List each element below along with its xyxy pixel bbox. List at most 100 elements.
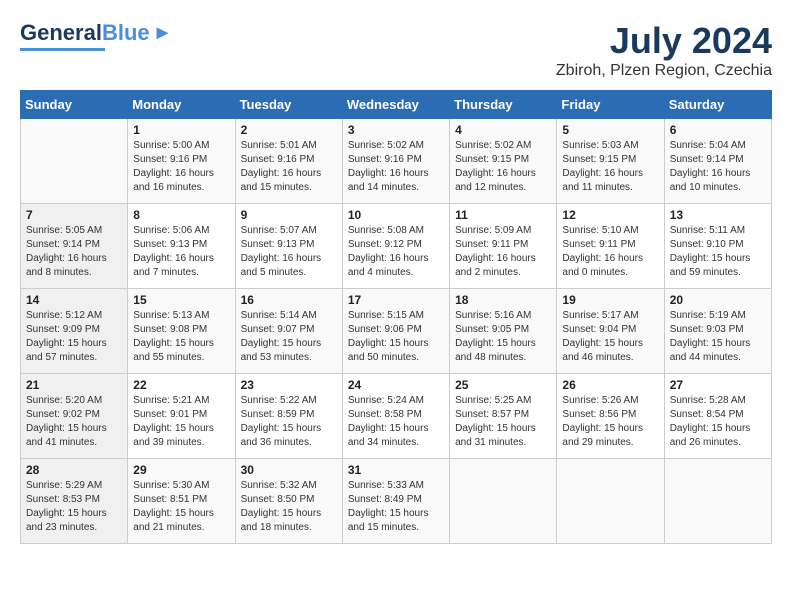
day-info: Sunrise: 5:02 AM Sunset: 9:15 PM Dayligh…: [455, 139, 551, 195]
day-info: Sunrise: 5:20 AM Sunset: 9:02 PM Dayligh…: [26, 394, 122, 450]
day-info: Sunrise: 5:01 AM Sunset: 9:16 PM Dayligh…: [241, 139, 337, 195]
calendar-cell: 29 Sunrise: 5:30 AM Sunset: 8:51 PM Dayli…: [128, 459, 235, 544]
day-number: 4: [455, 123, 551, 137]
calendar-cell: 2 Sunrise: 5:01 AM Sunset: 9:16 PM Daylig…: [235, 119, 342, 204]
day-info: Sunrise: 5:24 AM Sunset: 8:58 PM Dayligh…: [348, 394, 444, 450]
logo-general: General: [20, 20, 102, 46]
calendar-cell: 22 Sunrise: 5:21 AM Sunset: 9:01 PM Dayli…: [128, 374, 235, 459]
day-number: 11: [455, 208, 551, 222]
calendar-cell: 31 Sunrise: 5:33 AM Sunset: 8:49 PM Dayli…: [342, 459, 449, 544]
logo: General Blue ►: [20, 20, 172, 51]
day-info: Sunrise: 5:26 AM Sunset: 8:56 PM Dayligh…: [562, 394, 658, 450]
calendar-cell: 18 Sunrise: 5:16 AM Sunset: 9:05 PM Dayli…: [450, 289, 557, 374]
day-info: Sunrise: 5:13 AM Sunset: 9:08 PM Dayligh…: [133, 309, 229, 365]
calendar-cell: 7Sunrise: 5:05 AM Sunset: 9:14 PM Daylig…: [21, 204, 128, 289]
day-info: Sunrise: 5:08 AM Sunset: 9:12 PM Dayligh…: [348, 224, 444, 280]
day-info: Sunrise: 5:15 AM Sunset: 9:06 PM Dayligh…: [348, 309, 444, 365]
day-info: Sunrise: 5:30 AM Sunset: 8:51 PM Dayligh…: [133, 479, 229, 535]
day-number: 27: [670, 378, 766, 392]
weekday-header-wednesday: Wednesday: [342, 91, 449, 119]
weekday-header-tuesday: Tuesday: [235, 91, 342, 119]
day-number: 7: [26, 208, 122, 222]
day-number: 3: [348, 123, 444, 137]
day-number: 31: [348, 463, 444, 477]
day-number: 25: [455, 378, 551, 392]
day-info: Sunrise: 5:16 AM Sunset: 9:05 PM Dayligh…: [455, 309, 551, 365]
day-number: 22: [133, 378, 229, 392]
day-number: 15: [133, 293, 229, 307]
day-number: 30: [241, 463, 337, 477]
day-number: 8: [133, 208, 229, 222]
calendar-cell: 15 Sunrise: 5:13 AM Sunset: 9:08 PM Dayli…: [128, 289, 235, 374]
logo-blue: Blue: [102, 20, 150, 46]
day-number: 14: [26, 293, 122, 307]
calendar-cell: 9 Sunrise: 5:07 AM Sunset: 9:13 PM Daylig…: [235, 204, 342, 289]
day-number: 16: [241, 293, 337, 307]
day-info: Sunrise: 5:03 AM Sunset: 9:15 PM Dayligh…: [562, 139, 658, 195]
day-number: 5: [562, 123, 658, 137]
weekday-header-friday: Friday: [557, 91, 664, 119]
day-info: Sunrise: 5:07 AM Sunset: 9:13 PM Dayligh…: [241, 224, 337, 280]
day-info: Sunrise: 5:11 AM Sunset: 9:10 PM Dayligh…: [670, 224, 766, 280]
calendar-cell: 8 Sunrise: 5:06 AM Sunset: 9:13 PM Daylig…: [128, 204, 235, 289]
day-info: Sunrise: 5:19 AM Sunset: 9:03 PM Dayligh…: [670, 309, 766, 365]
day-info: Sunrise: 5:06 AM Sunset: 9:13 PM Dayligh…: [133, 224, 229, 280]
day-info: Sunrise: 5:22 AM Sunset: 8:59 PM Dayligh…: [241, 394, 337, 450]
day-info: Sunrise: 5:14 AM Sunset: 9:07 PM Dayligh…: [241, 309, 337, 365]
day-info: Sunrise: 5:10 AM Sunset: 9:11 PM Dayligh…: [562, 224, 658, 280]
calendar-cell: 17 Sunrise: 5:15 AM Sunset: 9:06 PM Dayli…: [342, 289, 449, 374]
weekday-header-thursday: Thursday: [450, 91, 557, 119]
day-number: 9: [241, 208, 337, 222]
calendar-cell: 30 Sunrise: 5:32 AM Sunset: 8:50 PM Dayli…: [235, 459, 342, 544]
calendar-cell: 28Sunrise: 5:29 AM Sunset: 8:53 PM Dayli…: [21, 459, 128, 544]
logo-bird-icon: ►: [153, 22, 173, 45]
calendar-cell: 26Sunrise: 5:26 AM Sunset: 8:56 PM Dayli…: [557, 374, 664, 459]
weekday-header-saturday: Saturday: [664, 91, 771, 119]
day-number: 28: [26, 463, 122, 477]
day-number: 12: [562, 208, 658, 222]
logo-divider: [20, 48, 105, 51]
calendar-cell: [557, 459, 664, 544]
day-number: 21: [26, 378, 122, 392]
day-number: 23: [241, 378, 337, 392]
day-info: Sunrise: 5:09 AM Sunset: 9:11 PM Dayligh…: [455, 224, 551, 280]
month-title: July 2024: [556, 20, 772, 62]
calendar-cell: 3 Sunrise: 5:02 AM Sunset: 9:16 PM Daylig…: [342, 119, 449, 204]
day-info: Sunrise: 5:32 AM Sunset: 8:50 PM Dayligh…: [241, 479, 337, 535]
calendar-cell: 21 Sunrise: 5:20 AM Sunset: 9:02 PM Dayli…: [21, 374, 128, 459]
day-number: 6: [670, 123, 766, 137]
day-info: Sunrise: 5:33 AM Sunset: 8:49 PM Dayligh…: [348, 479, 444, 535]
day-number: 29: [133, 463, 229, 477]
calendar-cell: 13Sunrise: 5:11 AM Sunset: 9:10 PM Dayli…: [664, 204, 771, 289]
location-title: Zbiroh, Plzen Region, Czechia: [556, 62, 772, 80]
calendar-cell: 16 Sunrise: 5:14 AM Sunset: 9:07 PM Dayli…: [235, 289, 342, 374]
day-number: 17: [348, 293, 444, 307]
title-area: July 2024 Zbiroh, Plzen Region, Czechia: [556, 20, 772, 80]
calendar-cell: 14 Sunrise: 5:12 AM Sunset: 9:09 PM Dayli…: [21, 289, 128, 374]
header: General Blue ► July 2024 Zbiroh, Plzen R…: [20, 20, 772, 80]
calendar-cell: 5 Sunrise: 5:03 AM Sunset: 9:15 PM Daylig…: [557, 119, 664, 204]
day-number: 18: [455, 293, 551, 307]
calendar-cell: 12 Sunrise: 5:10 AM Sunset: 9:11 PM Dayli…: [557, 204, 664, 289]
day-number: 19: [562, 293, 658, 307]
calendar-table: SundayMondayTuesdayWednesdayThursdayFrid…: [20, 90, 772, 544]
day-info: Sunrise: 5:25 AM Sunset: 8:57 PM Dayligh…: [455, 394, 551, 450]
calendar-cell: 6Sunrise: 5:04 AM Sunset: 9:14 PM Daylig…: [664, 119, 771, 204]
calendar-cell: [450, 459, 557, 544]
day-info: Sunrise: 5:17 AM Sunset: 9:04 PM Dayligh…: [562, 309, 658, 365]
calendar-cell: 20Sunrise: 5:19 AM Sunset: 9:03 PM Dayli…: [664, 289, 771, 374]
calendar-cell: 11 Sunrise: 5:09 AM Sunset: 9:11 PM Dayli…: [450, 204, 557, 289]
day-info: Sunrise: 5:28 AM Sunset: 8:54 PM Dayligh…: [670, 394, 766, 450]
calendar-cell: 4 Sunrise: 5:02 AM Sunset: 9:15 PM Daylig…: [450, 119, 557, 204]
day-number: 2: [241, 123, 337, 137]
calendar-cell: 25 Sunrise: 5:25 AM Sunset: 8:57 PM Dayli…: [450, 374, 557, 459]
day-info: Sunrise: 5:21 AM Sunset: 9:01 PM Dayligh…: [133, 394, 229, 450]
calendar-cell: [21, 119, 128, 204]
calendar-cell: 24 Sunrise: 5:24 AM Sunset: 8:58 PM Dayli…: [342, 374, 449, 459]
day-info: Sunrise: 5:00 AM Sunset: 9:16 PM Dayligh…: [133, 139, 229, 195]
day-number: 24: [348, 378, 444, 392]
calendar-cell: 19 Sunrise: 5:17 AM Sunset: 9:04 PM Dayli…: [557, 289, 664, 374]
day-info: Sunrise: 5:02 AM Sunset: 9:16 PM Dayligh…: [348, 139, 444, 195]
calendar-cell: 10Sunrise: 5:08 AM Sunset: 9:12 PM Dayli…: [342, 204, 449, 289]
day-info: Sunrise: 5:12 AM Sunset: 9:09 PM Dayligh…: [26, 309, 122, 365]
